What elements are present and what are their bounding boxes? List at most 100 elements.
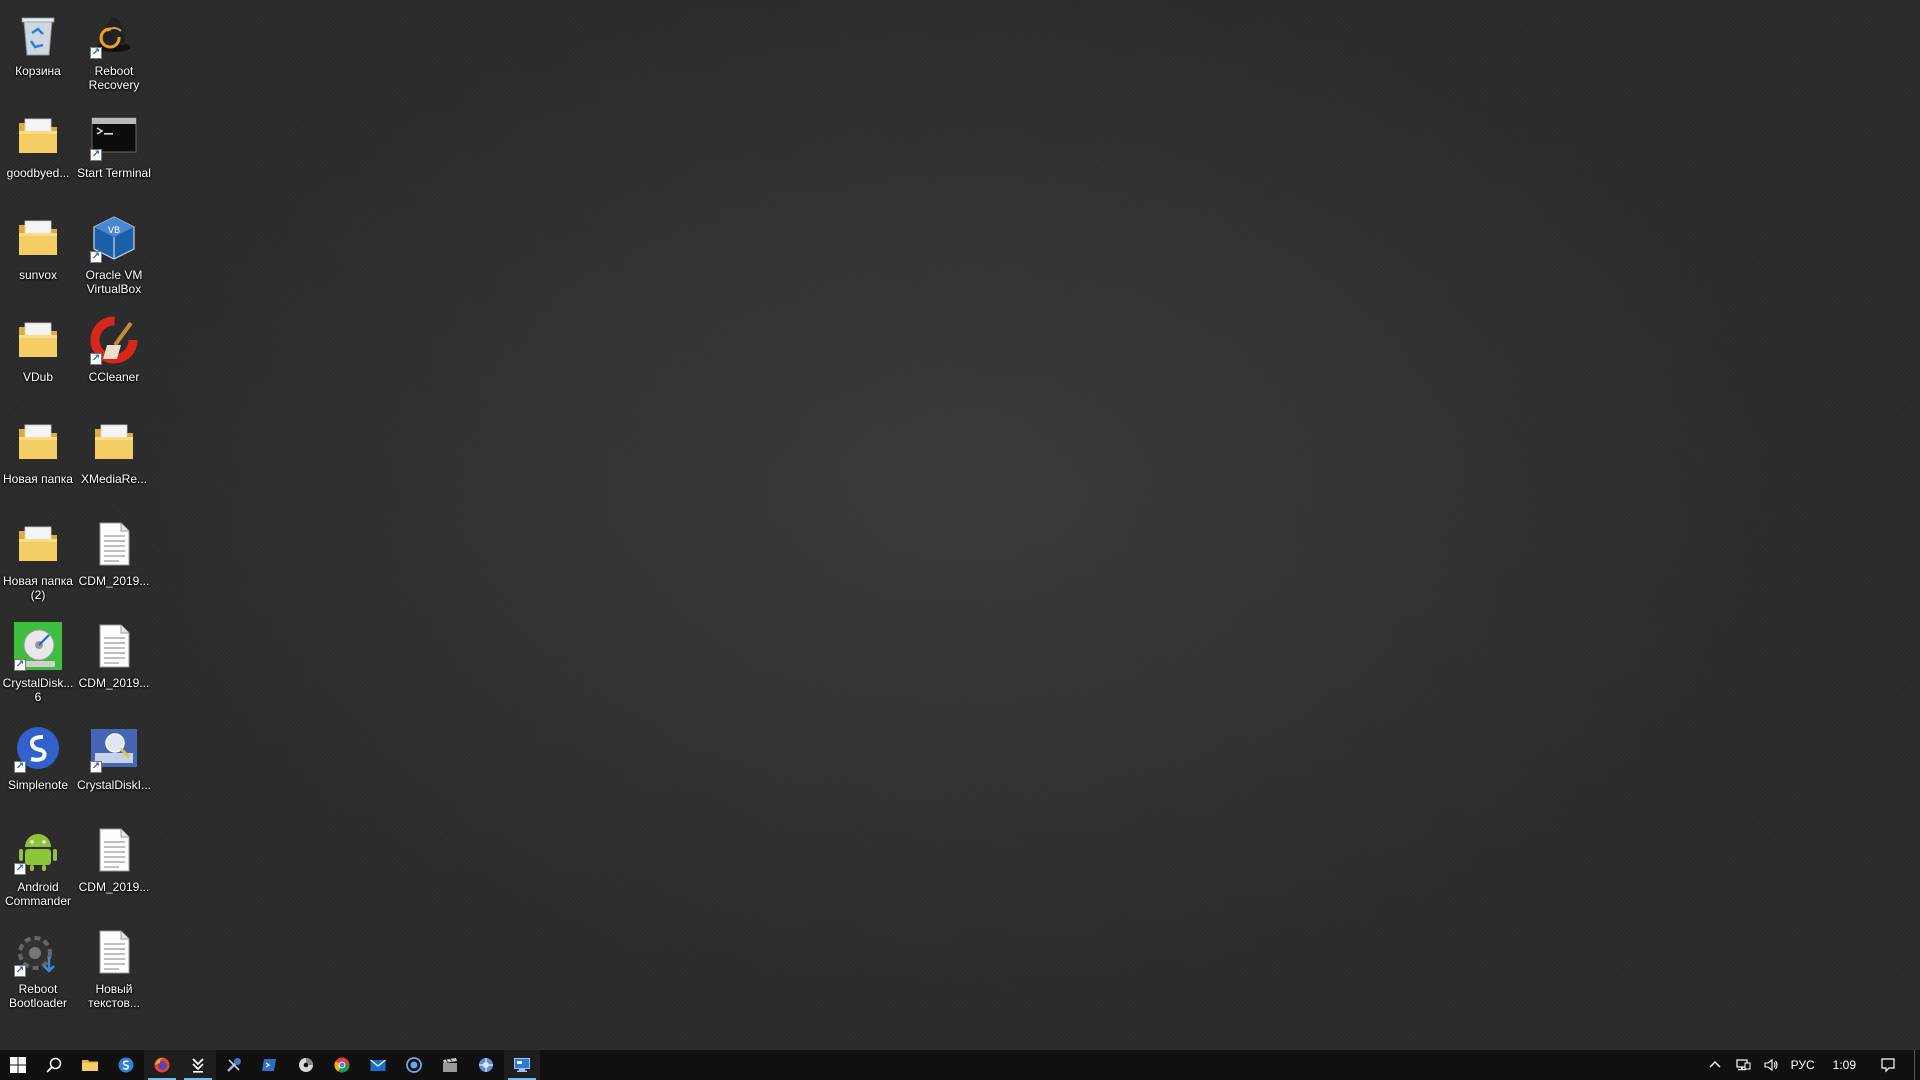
language-indicator: РУС — [1790, 1058, 1815, 1072]
system-tray: РУС 1:09 — [1701, 1050, 1920, 1080]
reboot-bootloader-icon: ↗ — [12, 926, 64, 978]
tray-clock-button[interactable]: 1:09 — [1821, 1050, 1868, 1080]
desktop-icon[interactable]: Новая папка (2) — [0, 514, 76, 614]
folder-icon — [12, 314, 64, 366]
desktop-icon[interactable]: CDM_2019... — [76, 820, 152, 920]
desktop-icon-label: Reboot Recovery — [88, 64, 140, 92]
tools-icon — [225, 1056, 243, 1074]
desktop-icon[interactable]: goodbyed... — [0, 106, 76, 206]
taskbar-app-chrome[interactable] — [324, 1050, 360, 1080]
desktop-icon-label: CDM_2019... — [78, 574, 150, 588]
desktop-icon-label: Новая папка — [3, 472, 73, 486]
desktop-icon-label: Корзина — [15, 64, 61, 78]
taskbar-app-app-tools[interactable] — [216, 1050, 252, 1080]
folder-icon — [12, 110, 64, 162]
recycle-bin-icon — [12, 8, 64, 60]
virtualbox-icon: VB ↗ — [88, 212, 140, 264]
svg-text:VB: VB — [108, 226, 120, 236]
text-file-icon — [88, 620, 140, 672]
desktop-icon[interactable]: ↗ Reboot Recovery — [76, 4, 152, 104]
desktop-icon-label: Oracle VM VirtualBox — [85, 268, 143, 296]
desktop-icon-label: CrystalDisk... 6 — [2, 676, 74, 704]
desktop-icon[interactable]: ↗ Simplenote — [0, 718, 76, 818]
script-icon — [261, 1056, 279, 1074]
crystaldiskmark-icon: ↗ — [12, 620, 64, 672]
shortcut-arrow-icon: ↗ — [90, 251, 102, 263]
desktop-icon[interactable]: Новый текстов... — [76, 922, 152, 1022]
taskbar-app-skype[interactable] — [108, 1050, 144, 1080]
show-desktop-button[interactable] — [1914, 1050, 1920, 1080]
desktop-icon[interactable]: ↗ CrystalDiskI... — [76, 718, 152, 818]
desktop-icon-label: CrystalDiskI... — [76, 778, 151, 792]
tray-volume-button[interactable] — [1757, 1050, 1785, 1080]
taskbar-app-app-arrows[interactable] — [180, 1050, 216, 1080]
desktop-icon-label: CCleaner — [88, 370, 140, 384]
desktop-icon[interactable]: Новая папка — [0, 412, 76, 512]
chevron-up-icon — [1709, 1061, 1721, 1068]
desktop-icon[interactable]: sunvox — [0, 208, 76, 308]
desktop-icon[interactable]: VB ↗ Oracle VM VirtualBox — [76, 208, 152, 308]
shortcut-arrow-icon: ↗ — [14, 863, 26, 875]
desktop-icon[interactable]: ↗ Start Terminal — [76, 106, 152, 206]
desktop-icon[interactable]: CDM_2019... — [76, 616, 152, 716]
desktop-icon-label: CDM_2019... — [78, 880, 150, 894]
desktop-icon-label: Reboot Bootloader — [8, 982, 68, 1010]
chrome-icon — [333, 1056, 351, 1074]
desktop-icon-grid: Корзина ↗ Reboot Recovery goodbyed... ↗ Start… — [0, 0, 160, 1040]
desktop-icon-label: Новый текстов... — [88, 982, 140, 1010]
desktop-icon-label: XMediaRe... — [80, 472, 148, 486]
tray-network-button[interactable] — [1729, 1050, 1757, 1080]
text-file-icon — [88, 518, 140, 570]
clock-time: 1:09 — [1832, 1058, 1856, 1072]
shortcut-arrow-icon: ↗ — [90, 47, 102, 59]
desktop-icon-label: goodbyed... — [6, 166, 70, 180]
mail-icon — [369, 1056, 387, 1074]
taskbar-app-app-monitor[interactable] — [504, 1050, 540, 1080]
firefox-icon — [153, 1056, 171, 1074]
simplenote-icon: ↗ — [12, 722, 64, 774]
shortcut-arrow-icon: ↗ — [14, 659, 26, 671]
desktop-icon[interactable]: VDub — [0, 310, 76, 410]
desktop-icon-label: VDub — [22, 370, 54, 384]
android-icon: ↗ — [12, 824, 64, 876]
network-tool-icon — [477, 1056, 495, 1074]
folder-icon — [81, 1056, 99, 1074]
tray-language-button[interactable]: РУС — [1785, 1050, 1821, 1080]
windows-start-icon — [9, 1056, 27, 1074]
ccleaner-icon: ↗ — [88, 314, 140, 366]
desktop-icon[interactable]: Корзина — [0, 4, 76, 104]
folder-icon — [12, 518, 64, 570]
crystaldiskinfo-icon: ↗ — [88, 722, 140, 774]
desktop-icon[interactable]: ↗ Reboot Bootloader — [0, 922, 76, 1022]
desktop-icon-label: sunvox — [18, 268, 58, 282]
desktop-icon[interactable]: CDM_2019... — [76, 514, 152, 614]
taskbar-app-firefox[interactable] — [144, 1050, 180, 1080]
taskbar-app-app-circle[interactable] — [396, 1050, 432, 1080]
taskbar-app-app-script[interactable] — [252, 1050, 288, 1080]
text-file-icon — [88, 824, 140, 876]
taskbar-app-app-network[interactable] — [468, 1050, 504, 1080]
text-file-icon — [88, 926, 140, 978]
speaker-icon — [1764, 1058, 1778, 1072]
taskbar-app-file-explorer[interactable] — [72, 1050, 108, 1080]
taskbar-app-app-mail[interactable] — [360, 1050, 396, 1080]
taskbar: РУС 1:09 — [0, 1050, 1920, 1080]
taskbar-app-app-clapper[interactable] — [432, 1050, 468, 1080]
tray-overflow-button[interactable] — [1701, 1050, 1729, 1080]
desktop-icon[interactable]: ↗ Android Commander — [0, 820, 76, 920]
taskbar-left — [0, 1050, 540, 1080]
tray-notifications-button[interactable] — [1868, 1050, 1908, 1080]
folder-icon — [88, 416, 140, 468]
folder-icon — [12, 212, 64, 264]
desktop-icon[interactable]: XMediaRe... — [76, 412, 152, 512]
shortcut-arrow-icon: ↗ — [90, 353, 102, 365]
search-button[interactable] — [36, 1050, 72, 1080]
taskbar-app-app-disc[interactable] — [288, 1050, 324, 1080]
start-button[interactable] — [0, 1050, 36, 1080]
desktop-icon[interactable]: ↗ CCleaner — [76, 310, 152, 410]
desktop-icon-label: CDM_2019... — [78, 676, 150, 690]
monitor-icon — [513, 1056, 531, 1074]
shortcut-arrow-icon: ↗ — [90, 149, 102, 161]
desktop-icon[interactable]: ↗ CrystalDisk... 6 — [0, 616, 76, 716]
clapper-icon — [441, 1056, 459, 1074]
